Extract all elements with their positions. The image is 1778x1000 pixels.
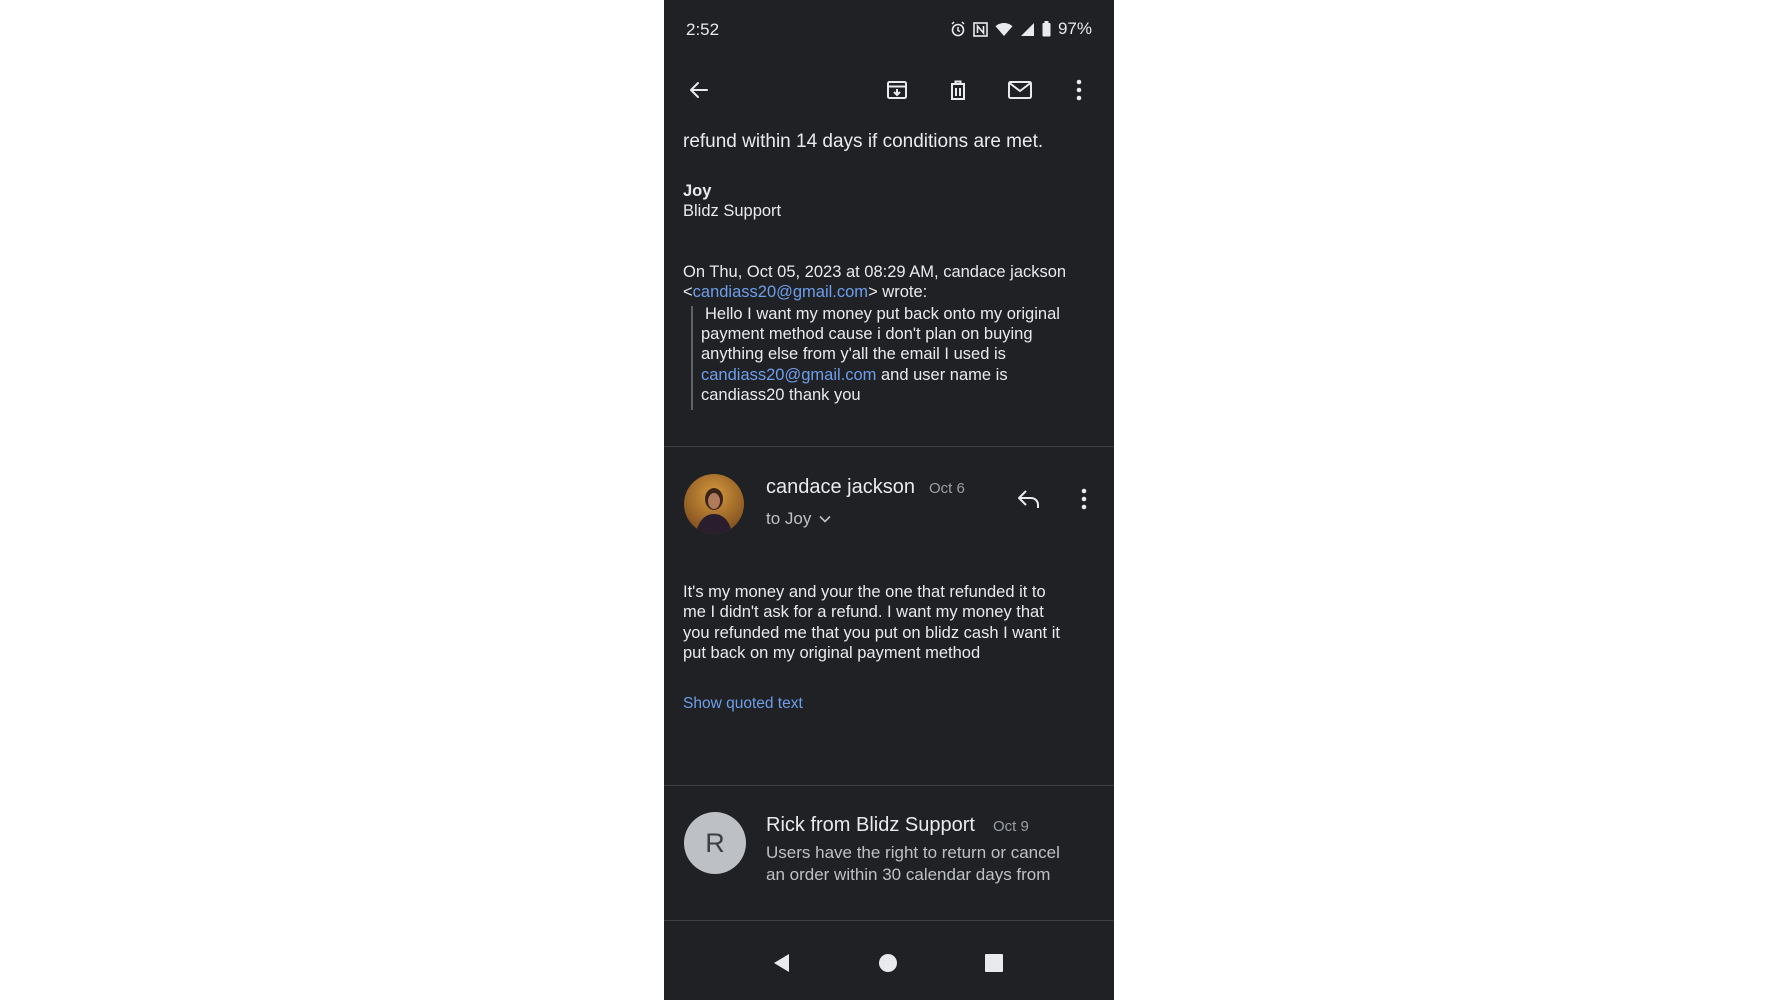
avatar: R [684,812,746,874]
message-body-line: you refunded me that you put on blidz ca… [683,624,1060,642]
nav-home-button[interactable] [873,948,903,978]
mark-unread-button[interactable] [1000,70,1040,110]
wifi-icon [995,22,1013,36]
message-body-end: refund within 14 days if conditions are … [683,131,1044,152]
message-date: Oct 6 [929,480,965,497]
status-time: 2:52 [686,20,720,39]
avatar[interactable] [684,474,744,534]
message-snippet: an order within 30 calendar days from [766,865,1051,884]
nav-divider [664,920,1114,921]
recipient-label: to Joy [766,509,812,528]
battery-icon [1042,21,1051,37]
signal-icon [1020,22,1034,36]
mail-icon [1008,81,1032,99]
quoted-text-line: candiass20 thank you [701,386,861,404]
message-divider [664,446,1114,447]
sender-name[interactable]: candace jackson [766,476,915,499]
message-body-line: me I didn't ask for a refund. I want my … [683,603,1044,621]
signature-team: Blidz Support [683,202,782,220]
trash-icon [951,80,965,100]
circle-home-icon [879,954,897,972]
system-nav-bar [664,920,1114,1000]
quote-header-email-link[interactable]: candiass20@gmail.com [693,283,868,301]
status-bar: 2:52 97% [664,0,1114,60]
sender-name: Rick from Blidz Support [766,814,975,836]
recipient-toggle[interactable]: to Joy [766,509,831,529]
nav-recents-button[interactable] [979,948,1009,978]
message-snippet: Users have the right to return or cancel [766,843,1060,862]
quoted-text-fragment: and user name is [876,366,1008,384]
avatar-photo [684,474,744,534]
message-body-line: It's my money and your the one that refu… [683,583,1046,601]
quoted-text-line: candiass20@gmail.com and user name is [701,365,1008,386]
quoted-text-line: payment method cause i don't plan on buy… [701,325,1033,343]
quoted-email-link[interactable]: candiass20@gmail.com [701,366,876,384]
more-vert-icon [1076,79,1082,101]
message-more-button[interactable] [1064,479,1104,519]
nfc-icon [973,21,988,37]
chevron-down-icon [819,515,831,523]
triangle-back-icon [774,954,789,972]
status-icons: 97% [950,19,1092,39]
message-body-line: put back on my original payment method [683,644,981,662]
signature-name: Joy [683,182,712,200]
back-arrow-icon [690,82,708,98]
quoted-text-line: Hello I want my money put back onto my o… [705,305,1060,323]
quote-header-line2: <candiass20@gmail.com> wrote: [683,283,928,301]
email-toolbar [664,60,1114,128]
nav-back-button[interactable] [767,948,797,978]
quote-header: On Thu, Oct 05, 2023 at 08:29 AM, candac… [683,263,1067,281]
archive-button[interactable] [877,70,917,110]
quote-header-suffix: > wrote: [868,283,928,301]
back-button[interactable] [679,70,719,110]
message-date: Oct 9 [993,818,1029,835]
reply-icon [1018,490,1039,508]
alarm-icon [951,21,965,37]
more-vert-icon [1081,488,1087,510]
more-options-button[interactable] [1059,70,1099,110]
delete-button[interactable] [938,70,978,110]
message-divider [664,785,1114,786]
quote-bar [691,306,693,410]
reply-button[interactable] [1009,479,1049,519]
phone-screen: 2:52 97% refund within 14 days if condit… [664,0,1114,1000]
square-recents-icon [985,954,1003,972]
archive-icon [887,81,907,99]
email-thread: refund within 14 days if conditions are … [664,128,1114,920]
battery-percent: 97% [1057,19,1092,38]
show-quoted-text-link[interactable]: Show quoted text [683,694,803,715]
avatar-letter: R [705,827,725,858]
quoted-text-line: anything else from y'all the email I use… [701,345,1006,363]
